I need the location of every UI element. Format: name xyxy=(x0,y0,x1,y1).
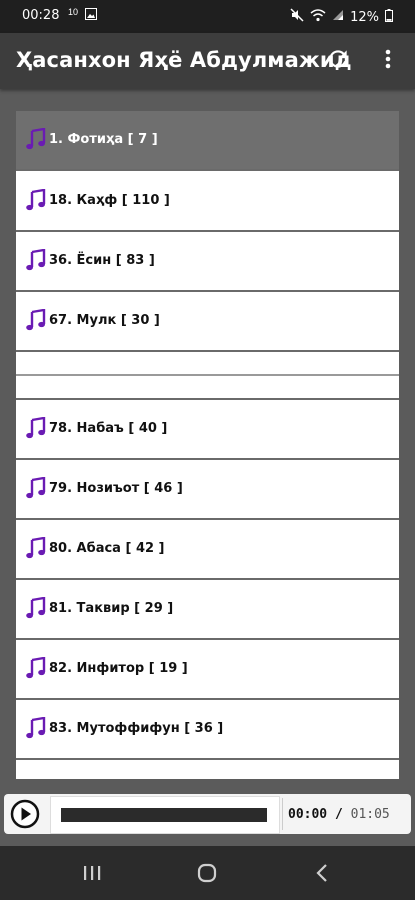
list-item[interactable]: 82. Инфитор [ 19 ] xyxy=(16,640,399,700)
list-item[interactable]: 83. Мутоффифун [ 36 ] xyxy=(16,700,399,760)
image-notification-icon xyxy=(85,8,97,23)
total-time: 01:05 xyxy=(350,807,390,822)
seek-bar[interactable] xyxy=(50,796,280,834)
list-item[interactable]: 18. Каҳф [ 110 ] xyxy=(16,172,399,232)
status-right: 12% xyxy=(290,8,393,26)
music-note-icon xyxy=(26,248,46,271)
track-title: 36. Ёсин [ 83 ] xyxy=(49,253,155,268)
music-note-icon xyxy=(26,127,46,150)
music-note-icon xyxy=(26,476,46,499)
music-note-icon xyxy=(26,596,46,619)
empty-list-row xyxy=(16,376,399,400)
current-time: 00:00 xyxy=(288,807,328,822)
music-note-icon xyxy=(26,308,46,331)
list-item[interactable]: 1. Фотиҳа [ 7 ] xyxy=(16,111,399,171)
music-note-icon xyxy=(26,656,46,679)
music-note-icon xyxy=(26,188,46,211)
music-note-icon xyxy=(26,716,46,739)
music-note-icon xyxy=(26,416,46,439)
recents-icon[interactable] xyxy=(77,860,107,886)
mute-icon xyxy=(290,8,304,26)
refresh-icon[interactable] xyxy=(325,46,351,72)
track-title: 82. Инфитор [ 19 ] xyxy=(49,661,188,676)
app-title: Ҳасанхон Яҳё Абдулмажид xyxy=(16,48,352,72)
track-title: 81. Таквир [ 29 ] xyxy=(49,601,174,616)
track-title: 83. Мутоффифун [ 36 ] xyxy=(49,721,224,736)
track-title: 79. Нозиъот [ 46 ] xyxy=(49,481,183,496)
seek-track[interactable] xyxy=(61,808,267,822)
music-note-icon xyxy=(26,536,46,559)
more-vert-icon[interactable] xyxy=(378,46,398,72)
track-title: 67. Мулк [ 30 ] xyxy=(49,313,160,328)
battery-percentage: 12% xyxy=(350,9,379,25)
home-icon[interactable] xyxy=(192,860,222,886)
track-title: 1. Фотиҳа [ 7 ] xyxy=(49,132,158,147)
list-item[interactable]: 36. Ёсин [ 83 ] xyxy=(16,232,399,292)
media-player: 00:00 / 01:05 xyxy=(4,794,411,834)
list-item[interactable]: 81. Таквир [ 29 ] xyxy=(16,580,399,640)
signal-icon xyxy=(332,9,344,25)
back-icon[interactable] xyxy=(308,860,338,886)
system-nav-bar xyxy=(0,846,415,900)
list-item[interactable]: 78. Набаъ [ 40 ] xyxy=(16,400,399,460)
track-title: 18. Каҳф [ 110 ] xyxy=(49,193,170,208)
battery-icon xyxy=(385,8,393,26)
list-item[interactable]: 80. Абаса [ 42 ] xyxy=(16,520,399,580)
track-title: 78. Набаъ [ 40 ] xyxy=(49,421,168,436)
wifi-icon xyxy=(310,8,326,26)
time-separator: / xyxy=(334,807,343,822)
empty-list-row xyxy=(16,352,399,376)
list-item[interactable]: 79. Нозиъот [ 46 ] xyxy=(16,460,399,520)
track-list[interactable]: 1. Фотиҳа [ 7 ] 18. Каҳф [ 110 ] 36. Ёси… xyxy=(16,111,399,779)
track-title: 80. Абаса [ 42 ] xyxy=(49,541,165,556)
divider xyxy=(282,798,283,830)
play-button[interactable] xyxy=(10,799,40,829)
status-time: 00:28 xyxy=(22,8,60,23)
notification-count-icon: 10 xyxy=(68,7,79,17)
app-bar: Ҳасанхон Яҳё Абдулмажид xyxy=(0,33,415,89)
list-item[interactable]: 67. Мулк [ 30 ] xyxy=(16,292,399,352)
playback-time: 00:00 / 01:05 xyxy=(288,807,390,822)
status-bar: 00:28 10 12% xyxy=(0,0,415,33)
